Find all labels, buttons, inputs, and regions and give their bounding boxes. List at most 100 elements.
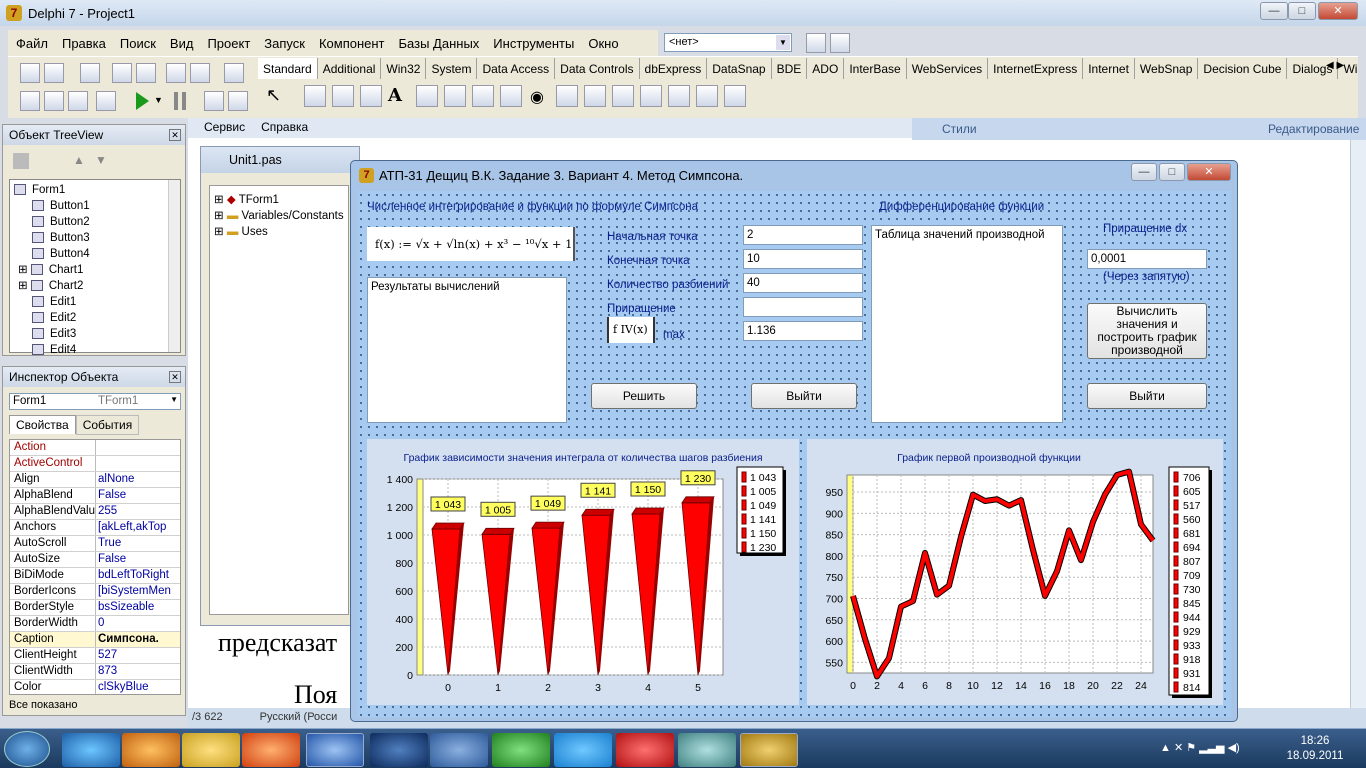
open-project-icon[interactable] [136,63,156,83]
close-button[interactable]: ✕ [1318,2,1358,20]
start-input[interactable] [743,225,863,245]
taskbar-utorrent-icon[interactable] [492,733,550,767]
tab-system[interactable]: System [426,58,478,79]
panel-component-icon[interactable] [696,85,718,107]
trace-into-icon[interactable] [204,91,224,111]
taskbar-opera-icon[interactable] [616,733,674,767]
maximize-button[interactable]: □ [1288,2,1316,20]
tab-bde[interactable]: BDE [772,58,808,79]
scrollbar-component-icon[interactable] [612,85,634,107]
tab-decision-cube[interactable]: Decision Cube [1198,58,1288,79]
taskbar-media-icon[interactable] [122,733,180,767]
start-button[interactable] [4,731,50,767]
menu-reference[interactable]: Справка [261,120,308,134]
radiobutton-component-icon[interactable]: ◉ [530,87,544,107]
taskbar-mathcad-icon[interactable] [430,733,488,767]
property-row[interactable]: BorderWidth 0 [10,616,180,632]
end-input[interactable] [743,249,863,269]
property-value[interactable]: Симпсона. [96,632,180,647]
taskbar-delphi-icon[interactable] [740,733,798,767]
menu-file[interactable]: Файл [8,30,54,51]
tree-item-chart2[interactable]: ⊞ Chart2 [14,278,180,294]
menu-service[interactable]: Сервис [204,120,245,134]
tree-item-form1[interactable]: Form1 [14,182,180,198]
tab-win32[interactable]: Win32 [381,58,427,79]
tree-item-button3[interactable]: Button3 [14,230,180,246]
tab-data-controls[interactable]: Data Controls [555,58,640,79]
treeview-close-icon[interactable]: ✕ [169,129,181,141]
derivative-memo[interactable]: Таблица значений производной [871,225,1063,423]
solve-button[interactable]: Решить [591,383,697,409]
combobox-component-icon[interactable] [584,85,606,107]
property-row[interactable]: Caption Симпсона. [10,632,180,648]
menu-search[interactable]: Поиск [112,30,162,51]
form-minimize-button[interactable]: — [1131,163,1157,181]
menu-edit[interactable]: Правка [54,30,112,51]
exit-button-1[interactable]: Выйти [751,383,857,409]
tree-item-edit1[interactable]: Edit1 [14,294,180,310]
property-row[interactable]: BorderStyle bsSizeable [10,600,180,616]
desktop-combo[interactable]: <нет> ▼ [664,33,792,52]
tab-internet[interactable]: Internet [1083,58,1135,79]
tray-clock[interactable]: 18:26 18.09.2011 [1280,734,1350,764]
save-all-icon[interactable] [112,63,132,83]
property-value[interactable]: [biSystemMen [96,584,180,599]
taskbar-photoshop-icon[interactable] [370,733,428,767]
property-row[interactable]: ClientHeight 527 [10,648,180,664]
doc-scrollbar[interactable] [1350,140,1366,710]
delete-icon[interactable] [13,153,29,169]
splits-input[interactable] [743,273,863,293]
property-value[interactable] [96,440,180,455]
menu-database[interactable]: Базы Данных [391,30,486,51]
tab-internetexpress[interactable]: InternetExpress [988,58,1084,79]
property-value[interactable]: False [96,552,180,567]
form-maximize-button[interactable]: □ [1159,163,1185,181]
property-row[interactable]: Color clSkyBlue [10,680,180,694]
code-tree-uses[interactable]: ⊞ ▬ Uses [210,224,348,240]
menu-tools[interactable]: Инструменты [485,30,580,51]
pointer-icon[interactable]: ↖ [266,85,281,106]
property-value[interactable]: 255 [96,504,180,519]
max-input[interactable] [743,321,863,341]
property-value[interactable]: False [96,488,180,503]
desktop-set-icon[interactable] [830,33,850,53]
exit-button-2[interactable]: Выйти [1087,383,1207,409]
inspector-object-combo[interactable]: Form1 TForm1 ▼ [9,393,181,410]
save-icon[interactable] [80,63,100,83]
inspector-close-icon[interactable]: ✕ [169,371,181,383]
treeview-scrollbar[interactable] [168,180,180,352]
arrow-down-icon[interactable]: ▼ [95,153,107,167]
property-value[interactable]: [akLeft,akTop [96,520,180,535]
property-value[interactable]: True [96,536,180,551]
pause-icon[interactable] [174,92,186,110]
tree-item-button4[interactable]: Button4 [14,246,180,262]
tab-data-access[interactable]: Data Access [477,58,556,79]
unit-tab[interactable]: Unit1.pas [229,153,282,167]
styles-label[interactable]: Стили [942,122,977,136]
property-row[interactable]: AlphaBlendValu 255 [10,504,180,520]
property-value[interactable]: bsSizeable [96,600,180,615]
property-row[interactable]: ClientWidth 873 [10,664,180,680]
mainmenu-component-icon[interactable] [304,85,326,107]
editing-label[interactable]: Редактирование [1268,122,1359,136]
property-value[interactable]: 873 [96,664,180,679]
menu-window[interactable]: Окно [580,30,624,51]
listbox-component-icon[interactable] [556,85,578,107]
run-dropdown-icon[interactable]: ▼ [154,95,163,105]
chevron-down-icon[interactable]: ▼ [776,35,790,50]
button-component-icon[interactable] [472,85,494,107]
help-icon[interactable] [224,63,244,83]
label-a-icon[interactable]: A [388,85,402,106]
edit-component-icon[interactable] [416,85,438,107]
code-tree-tform1[interactable]: ⊞ ◆ TForm1 [210,192,348,208]
menu-component[interactable]: Компонент [311,30,391,51]
form-close-button[interactable]: ✕ [1187,163,1231,181]
tree-item-edit2[interactable]: Edit2 [14,310,180,326]
add-file-icon[interactable] [166,63,186,83]
taskbar-browser-icon[interactable] [242,733,300,767]
tab-ado[interactable]: ADO [807,58,845,79]
step-over-icon[interactable] [228,91,248,111]
view-form-icon[interactable] [44,91,64,111]
tab-additional[interactable]: Additional [318,58,382,79]
results-memo[interactable]: Результаты вычислений [367,277,567,423]
